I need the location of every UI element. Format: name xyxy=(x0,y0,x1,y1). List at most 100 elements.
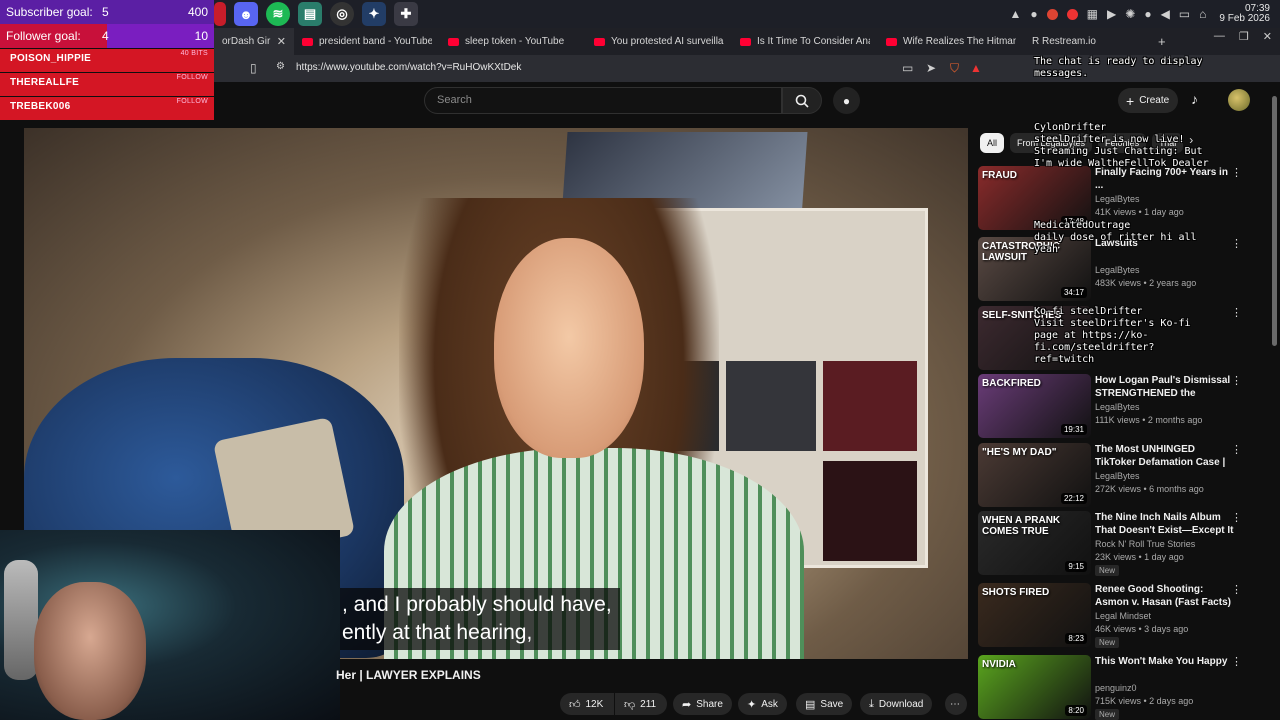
browser-tab[interactable]: Is It Time To Consider Anar xyxy=(732,28,878,55)
kebab-menu-icon[interactable]: ⋮ xyxy=(1231,443,1242,456)
close-tab-icon[interactable]: ✕ xyxy=(277,35,286,48)
channel-name[interactable]: Rock N' Roll True Stories xyxy=(1095,539,1195,549)
clipboard-icon[interactable]: ▦ xyxy=(1087,7,1098,21)
obs-icon[interactable]: ◎ xyxy=(330,2,354,26)
save-button[interactable]: ▤ Save xyxy=(796,693,853,715)
recommendation-item[interactable]: BACKFIRED 19:31 How Logan Paul's Dismiss… xyxy=(978,374,1258,438)
thumbnail-text: SHOTS FIRED xyxy=(982,587,1050,598)
recommendation-item[interactable]: WHEN A PRANK COMES TRUE 9:15 The Nine In… xyxy=(978,511,1258,576)
tool-icon[interactable]: ✚ xyxy=(394,2,418,26)
clock[interactable]: 07:39 9 Feb 2026 xyxy=(1219,4,1270,24)
kebab-menu-icon[interactable]: ⋮ xyxy=(1231,511,1242,524)
alert-item: POISON_HIPPIE 40 BITS xyxy=(0,49,214,72)
notifications-bell-icon[interactable]: ♪ xyxy=(1191,91,1198,107)
download-button[interactable]: ⤓ Download xyxy=(860,693,933,715)
youtube-favicon-icon xyxy=(448,37,459,46)
discord-icon[interactable]: ☻ xyxy=(234,2,258,26)
scrollbar[interactable] xyxy=(1272,96,1277,346)
video-thumbnail[interactable]: SHOTS FIRED 8:23 xyxy=(978,583,1091,647)
more-actions-button[interactable]: ⋯ xyxy=(945,693,967,715)
ask-button[interactable]: ✦ Ask xyxy=(738,693,787,715)
channel-name[interactable]: LegalBytes xyxy=(1095,194,1140,204)
channel-name[interactable]: LegalBytes xyxy=(1095,402,1140,412)
channel-name[interactable]: Legal Mindset xyxy=(1095,611,1151,621)
clock-date: 9 Feb 2026 xyxy=(1219,13,1270,24)
dislike-button[interactable]: 👎︎ 211 xyxy=(615,693,667,715)
browser-tab[interactable]: president band - YouTube xyxy=(294,28,440,55)
video-thumbnail[interactable]: BACKFIRED 19:31 xyxy=(978,374,1091,438)
browser-tab[interactable]: You protested AI surveillan xyxy=(586,28,732,55)
kebab-menu-icon[interactable]: ⋮ xyxy=(1231,583,1242,596)
kebab-menu-icon[interactable]: ⋮ xyxy=(1231,166,1242,179)
search-input[interactable]: Search xyxy=(424,87,782,114)
minimize-icon[interactable]: — xyxy=(1214,30,1225,43)
url-field[interactable]: https://www.youtube.com/watch?v=RuHOwKXt… xyxy=(296,62,521,73)
voice-search-button[interactable]: ● xyxy=(833,87,860,114)
video-thumbnail[interactable]: WHEN A PRANK COMES TRUE 9:15 xyxy=(978,511,1091,575)
video-thumbnail[interactable]: NVIDIA 8:20 xyxy=(978,655,1091,719)
video-thumbnail[interactable]: "HE'S MY DAD" 22:12 xyxy=(978,443,1091,507)
play-icon[interactable]: ▶ xyxy=(1107,7,1116,21)
channel-name[interactable]: LegalBytes xyxy=(1095,265,1140,275)
spotify-icon[interactable]: ≋ xyxy=(266,2,290,26)
record-icon[interactable] xyxy=(1046,8,1058,20)
recommendation-item[interactable]: SHOTS FIRED 8:23 Renee Good Shooting: As… xyxy=(978,583,1258,648)
browser-tab[interactable]: R Restream.io xyxy=(1024,28,1154,55)
rewards-icon[interactable]: ▲ xyxy=(970,61,982,75)
thumbnail-text: WHEN A PRANK COMES TRUE xyxy=(982,515,1061,537)
kebab-menu-icon[interactable]: ⋮ xyxy=(1231,374,1242,387)
display-icon[interactable]: ▭ xyxy=(1179,7,1190,21)
shelf-cell xyxy=(726,361,816,451)
share-button[interactable]: ➦ Share xyxy=(673,693,732,715)
screen-icon[interactable]: ▭ xyxy=(902,61,913,75)
browser-tab[interactable]: sleep token - YouTube xyxy=(440,28,586,55)
channel-name[interactable]: LegalBytes xyxy=(1095,471,1140,481)
volume-icon[interactable]: ◀ xyxy=(1161,7,1170,21)
app-icon[interactable] xyxy=(214,2,226,26)
like-button[interactable]: 👍︎ 12K xyxy=(560,693,614,715)
search-button[interactable] xyxy=(782,87,822,114)
kebab-menu-icon[interactable]: ⋮ xyxy=(1231,237,1242,250)
tab-title: Is It Time To Consider Anar xyxy=(757,36,870,47)
brightness-icon[interactable]: ✺ xyxy=(1125,7,1135,21)
save-icon: ▤ xyxy=(805,698,816,711)
kebab-menu-icon[interactable]: ⋮ xyxy=(1231,655,1242,668)
brave-shield-icon[interactable]: ⛉ xyxy=(950,61,959,76)
sparkle-icon: ✦ xyxy=(747,698,757,711)
recommendation-item[interactable]: NVIDIA 8:20 This Won't Make You Happy pe… xyxy=(978,655,1258,720)
thumbnail-text: NVIDIA xyxy=(982,659,1016,670)
new-badge: New xyxy=(1095,637,1120,648)
new-tab-icon[interactable]: + xyxy=(1158,34,1166,49)
bookmark-icon[interactable]: ▯ xyxy=(250,61,257,75)
live-icon[interactable] xyxy=(1066,8,1078,20)
duration-badge: 22:12 xyxy=(1060,493,1087,504)
browser-tab[interactable]: orDash Girl's ✕ xyxy=(214,28,294,55)
recommendation-title[interactable]: The Most UNHINGED TikToker Defamation Ca… xyxy=(1095,443,1235,469)
thumbnail-text: FRAUD xyxy=(982,170,1017,181)
recommendation-title[interactable]: How Logan Paul's Dismissal STRENGTHENED … xyxy=(1095,374,1235,400)
chip-all[interactable]: All xyxy=(980,133,1005,153)
steam-icon[interactable]: ● xyxy=(1030,7,1037,21)
duration-badge: 8:23 xyxy=(1065,633,1087,644)
create-label: Create xyxy=(1139,95,1170,106)
avatar[interactable] xyxy=(1228,89,1250,111)
maximize-icon[interactable]: ❐ xyxy=(1239,30,1249,43)
mic-tray-icon[interactable]: ● xyxy=(1144,7,1151,21)
site-info-icon[interactable]: ⚙ xyxy=(276,61,285,72)
browser-tab[interactable]: Wife Realizes The Hitman S xyxy=(878,28,1024,55)
subscriber-goal-value: 5 xyxy=(102,5,109,19)
channel-name[interactable]: penguinz0 xyxy=(1095,683,1137,693)
create-button[interactable]: + Create xyxy=(1118,88,1178,113)
recommendation-title[interactable]: Renee Good Shooting: Asmon v. Hasan (Fas… xyxy=(1095,583,1235,609)
fire-icon[interactable]: ▲ xyxy=(1010,7,1022,21)
layers-app-icon[interactable]: ▤ xyxy=(298,2,322,26)
recommendation-title[interactable]: The Nine Inch Nails Album That Doesn't E… xyxy=(1095,511,1235,537)
send-icon[interactable]: ➤ xyxy=(926,61,936,75)
kebab-menu-icon[interactable]: ⋮ xyxy=(1231,306,1242,319)
window-controls: — ❐ ✕ xyxy=(1214,30,1272,43)
recommendation-title[interactable]: This Won't Make You Happy xyxy=(1095,655,1235,668)
recommendation-item[interactable]: "HE'S MY DAD" 22:12 The Most UNHINGED Ti… xyxy=(978,443,1258,507)
davinci-icon[interactable]: ✦ xyxy=(362,2,386,26)
network-icon[interactable]: ⌂ xyxy=(1199,7,1206,21)
close-window-icon[interactable]: ✕ xyxy=(1263,30,1272,43)
